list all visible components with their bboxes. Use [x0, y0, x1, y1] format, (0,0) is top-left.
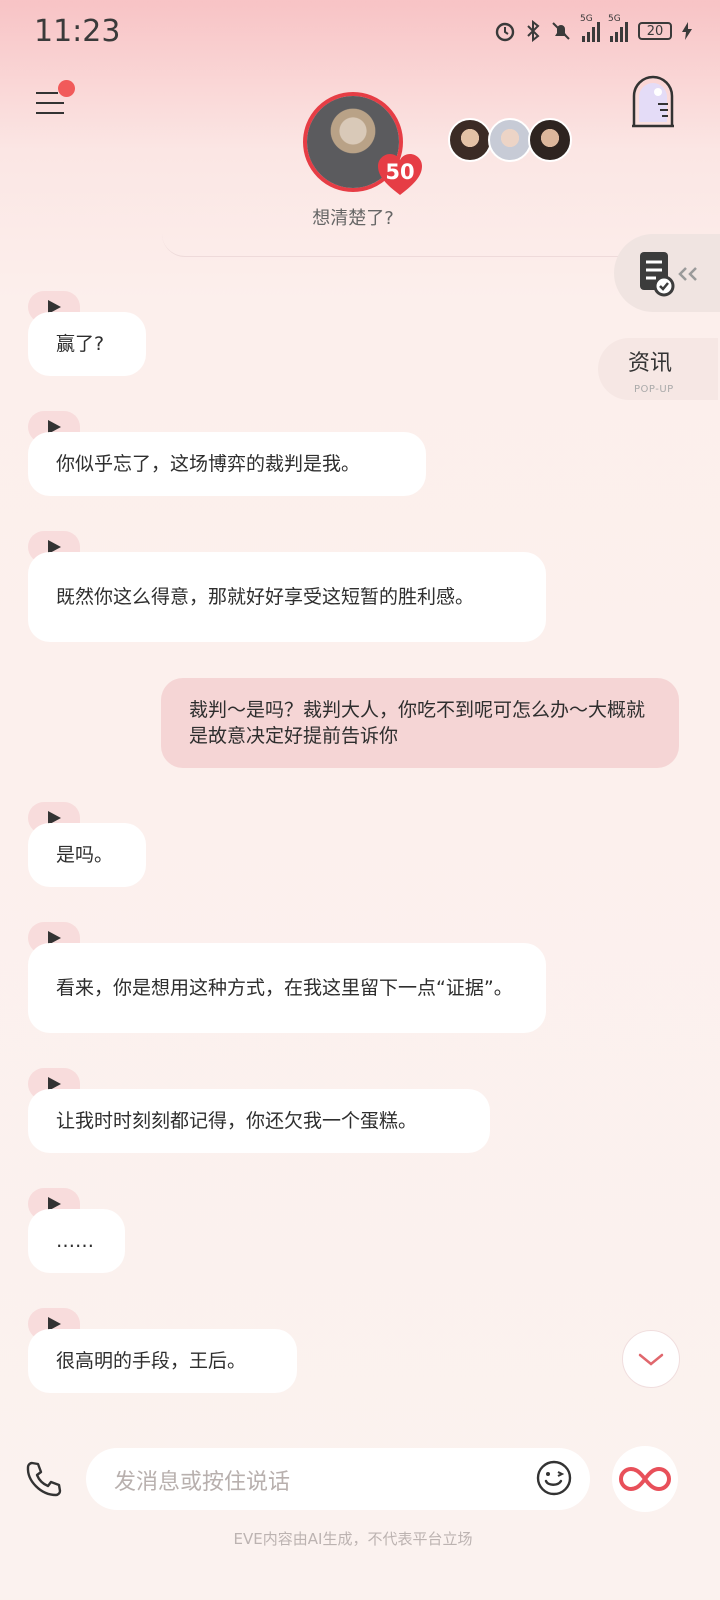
notification-dot — [58, 80, 75, 97]
scroll-to-bottom-button[interactable] — [622, 1330, 680, 1388]
ai-message-bubble: 让我时时刻刻都记得，你还欠我一个蛋糕。 — [28, 1089, 490, 1153]
bluetooth-icon — [527, 20, 540, 42]
news-popup-title[interactable]: 资讯 — [628, 345, 672, 377]
infinity-button[interactable] — [612, 1446, 678, 1512]
mini-avatar[interactable] — [488, 118, 532, 162]
signal-1-icon: 5G — [580, 14, 600, 42]
ai-message-bubble: 看来，你是想用这种方式，在我这里留下一点“证据”。 — [28, 943, 546, 1033]
chevron-down-icon — [638, 1353, 664, 1366]
signal-2-icon: 5G — [608, 14, 628, 42]
status-icons: 5G 5G 20 — [494, 14, 692, 42]
news-popup-subtitle: POP-UP — [634, 384, 674, 395]
ai-message-bubble: 既然你这么得意，那就好好享受这短暂的胜利感。 — [28, 552, 546, 642]
ai-message-bubble: 是吗。 — [28, 823, 146, 887]
character-status: 想清楚了? — [312, 208, 394, 229]
ai-message-bubble: 很高明的手段，王后。 — [28, 1329, 297, 1393]
mute-bell-icon — [552, 22, 570, 40]
emoji-icon[interactable] — [536, 1460, 572, 1496]
report-icon — [640, 252, 697, 297]
divider — [162, 234, 662, 257]
phone-icon[interactable] — [24, 1460, 62, 1498]
battery-indicator: 20 — [638, 22, 672, 40]
message-input-placeholder[interactable]: 发消息或按住说话 — [114, 1464, 290, 1496]
mini-avatar[interactable] — [448, 118, 492, 162]
ai-message-bubble: 你似乎忘了，这场博弈的裁判是我。 — [28, 432, 426, 496]
window-door-icon[interactable] — [630, 74, 676, 128]
ai-disclaimer: EVE内容由AI生成，不代表平台立场 — [233, 1530, 473, 1548]
ai-message-bubble: …… — [28, 1209, 125, 1273]
ai-message-bubble: 赢了? — [28, 312, 146, 376]
user-message-bubble: 裁判～是吗？裁判大人，你吃不到呢可怎么办～大概就是故意决定好提前告诉你 — [161, 678, 679, 768]
report-button[interactable] — [614, 234, 720, 312]
alarm-icon — [495, 22, 515, 42]
status-time: 11:23 — [34, 14, 121, 49]
infinity-icon — [619, 1466, 671, 1492]
intimacy-level: 50 — [385, 160, 415, 184]
charging-icon — [682, 22, 692, 40]
character-group[interactable] — [448, 118, 572, 162]
mini-avatar[interactable] — [528, 118, 572, 162]
